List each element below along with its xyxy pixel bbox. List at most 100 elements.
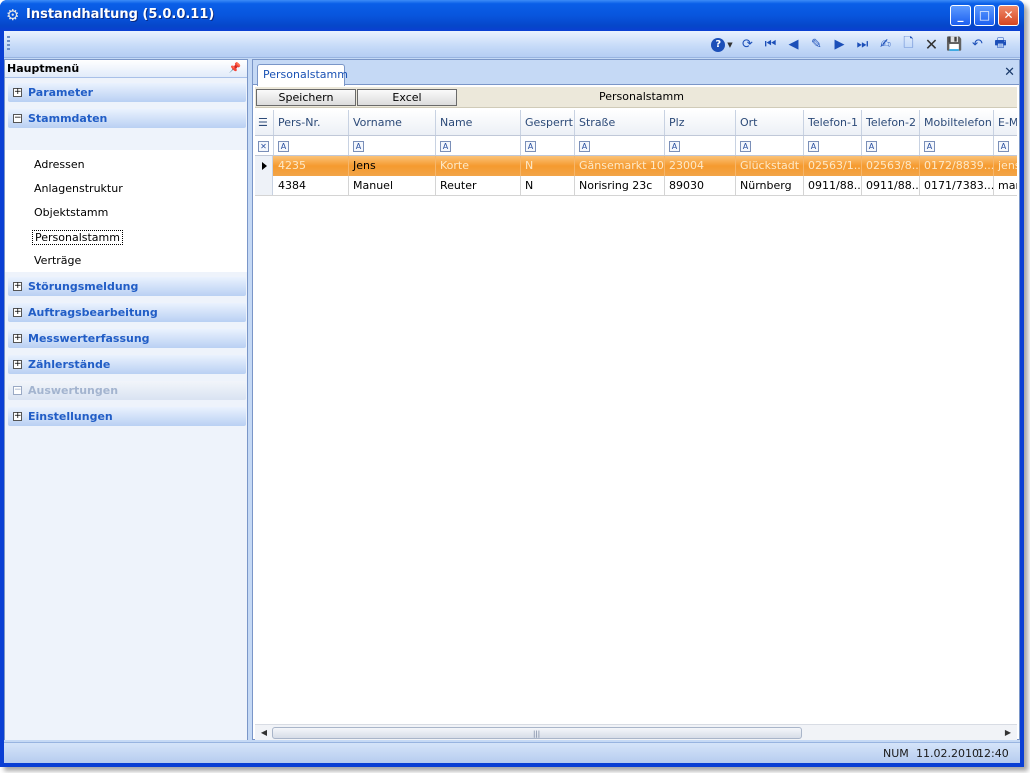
save-icon[interactable]: 💾 xyxy=(943,35,966,54)
horizontal-scrollbar[interactable]: ◀ ||| ▶ xyxy=(255,724,1017,740)
new-document-icon[interactable]: 🗋 xyxy=(897,35,920,54)
print-icon[interactable]: 🖶 xyxy=(989,35,1012,54)
table-cell[interactable]: 0172/8839... xyxy=(920,156,994,176)
undo-icon[interactable]: ↶ xyxy=(966,35,989,54)
table-cell[interactable]: Glückstadt xyxy=(736,156,804,176)
close-button[interactable]: ✕ xyxy=(998,5,1019,26)
table-cell[interactable]: 4384 xyxy=(274,176,349,195)
filter-icon: A xyxy=(525,141,536,152)
table-cell[interactable]: Manuel xyxy=(349,176,436,195)
menu-group-stammdaten[interactable]: − Stammdaten xyxy=(8,109,246,128)
row-selector[interactable] xyxy=(255,156,273,176)
table-cell[interactable]: Nürnberg xyxy=(736,176,804,195)
stammdaten-subitems: Adressen Anlagenstruktur Objektstamm Per… xyxy=(5,150,247,272)
filter-cell[interactable]: A xyxy=(804,136,862,155)
menu-group-einstellungen[interactable]: + Einstellungen xyxy=(8,407,246,426)
row-selector[interactable] xyxy=(255,176,273,195)
refresh-icon[interactable]: ⟳ xyxy=(736,35,759,54)
menu-group-parameter[interactable]: + Parameter xyxy=(8,83,246,102)
table-cell[interactable]: Korte xyxy=(436,156,521,176)
column-header[interactable]: Name xyxy=(436,110,521,135)
title-bar[interactable]: ⚙ Instandhaltung (5.0.0.11) _ □ ✕ xyxy=(0,0,1024,31)
previous-record-icon[interactable]: ◀ xyxy=(782,35,805,54)
scrollbar-thumb[interactable]: ||| xyxy=(272,727,802,739)
table-cell[interactable]: 0911/88... xyxy=(862,176,920,195)
filter-cell[interactable]: A xyxy=(665,136,736,155)
main-menu-panel: Hauptmenü 📌 Adressen Anlagenstruktur Obj… xyxy=(4,59,248,740)
column-header[interactable]: Pers-Nr. xyxy=(274,110,349,135)
menu-item-anlagenstruktur[interactable]: Anlagenstruktur xyxy=(32,182,125,197)
scroll-left-icon[interactable]: ◀ xyxy=(257,726,271,740)
tab-personalstamm[interactable]: Personalstamm xyxy=(257,64,348,86)
next-record-icon[interactable]: ▶ xyxy=(828,35,851,54)
action-bar: Speichern Excel Personalstamm xyxy=(255,87,1017,108)
filter-cell[interactable]: A xyxy=(349,136,436,155)
toolbar-grip[interactable] xyxy=(7,36,10,52)
save-button[interactable]: Speichern xyxy=(256,89,356,106)
filter-icon: A xyxy=(669,141,680,152)
menu-group-zaehlerstaende[interactable]: + Zählerstände xyxy=(8,355,246,374)
table-cell[interactable]: 0171/7383... xyxy=(920,176,994,195)
menu-item-adressen[interactable]: Adressen xyxy=(32,158,87,173)
minimize-button[interactable]: _ xyxy=(950,5,971,26)
edit-record-icon[interactable]: ✎ xyxy=(805,35,828,54)
filter-cell[interactable]: A xyxy=(274,136,349,155)
edit-icon[interactable]: ✍ xyxy=(874,35,897,54)
scroll-right-icon[interactable]: ▶ xyxy=(1001,726,1015,740)
filter-cell[interactable]: A xyxy=(920,136,994,155)
filter-cell[interactable]: A xyxy=(736,136,804,155)
table-cell[interactable]: 89030 xyxy=(665,176,736,195)
table-cell[interactable]: jens xyxy=(994,156,1017,176)
column-header[interactable]: Plz xyxy=(665,110,736,135)
menu-item-vertraege[interactable]: Verträge xyxy=(32,254,83,269)
expand-icon: + xyxy=(13,87,22,97)
filter-cell[interactable]: A xyxy=(862,136,920,155)
table-cell[interactable]: 23004 xyxy=(665,156,736,176)
close-tab-icon[interactable]: ✕ xyxy=(1004,65,1015,80)
column-header[interactable]: Telefon-2 xyxy=(862,110,920,135)
table-cell[interactable]: Jens xyxy=(349,156,436,176)
table-cell[interactable]: N xyxy=(521,156,575,176)
column-header[interactable]: Straße xyxy=(575,110,665,135)
filter-cell[interactable]: A xyxy=(994,136,1017,155)
column-header[interactable]: Mobiltelefon xyxy=(920,110,994,135)
menu-item-personalstamm[interactable]: Personalstamm xyxy=(32,230,123,245)
num-lock-indicator: NUM xyxy=(883,747,909,760)
table-cell[interactable]: N xyxy=(521,176,575,195)
column-header[interactable]: Ort xyxy=(736,110,804,135)
filter-cell[interactable]: A xyxy=(436,136,521,155)
table-cell[interactable]: Gänsemarkt 10 xyxy=(575,156,665,176)
table-row-selected[interactable]: 4235 Jens Korte N Gänsemarkt 10 23004 Gl… xyxy=(255,156,1017,176)
clear-filter-icon[interactable]: ✕ xyxy=(255,136,274,155)
first-record-icon[interactable]: ⏮ xyxy=(759,35,782,54)
table-cell[interactable]: 02563/1... xyxy=(804,156,862,176)
help-icon[interactable]: ? ▼ xyxy=(708,35,736,54)
table-cell[interactable]: 02563/8... xyxy=(862,156,920,176)
client-area: ?▼ ⟳ ⏮ ◀ ✎ ▶ ⏭ ✍ 🗋 ✕ 💾 ↶ 🖶 Hauptmenü 📌 xyxy=(4,31,1020,763)
column-header[interactable]: E-Ma xyxy=(994,110,1017,135)
excel-button[interactable]: Excel xyxy=(357,89,457,106)
filter-cell[interactable]: A xyxy=(575,136,665,155)
last-record-icon[interactable]: ⏭ xyxy=(851,35,874,54)
menu-group-messwerterfassung[interactable]: + Messwerterfassung xyxy=(8,329,246,348)
table-cell[interactable]: 0911/88... xyxy=(804,176,862,195)
menu-group-stoerungsmeldung[interactable]: + Störungsmeldung xyxy=(8,277,246,296)
delete-icon[interactable]: ✕ xyxy=(920,35,943,54)
column-header[interactable]: Telefon-1 xyxy=(804,110,862,135)
column-chooser-icon[interactable]: ☰ xyxy=(255,110,274,135)
table-cell[interactable]: 4235 xyxy=(274,156,349,176)
application-window: ⚙ Instandhaltung (5.0.0.11) _ □ ✕ ? ▼ ⟳ ⏮… xyxy=(0,0,1024,767)
filter-cell[interactable]: A xyxy=(521,136,575,155)
menu-group-auftragsbearbeitung[interactable]: + Auftragsbearbeitung xyxy=(8,303,246,322)
column-header[interactable]: Vorname xyxy=(349,110,436,135)
pin-icon[interactable]: 📌 xyxy=(229,60,241,77)
grid-header-row: ☰ Pers-Nr. Vorname Name Gesperrt Straße … xyxy=(255,110,1017,136)
maximize-button[interactable]: □ xyxy=(974,5,995,26)
table-cell[interactable]: man xyxy=(994,176,1017,195)
table-cell[interactable]: Norisring 23c xyxy=(575,176,665,195)
menu-item-objektstamm[interactable]: Objektstamm xyxy=(32,206,110,221)
table-row[interactable]: 4384 Manuel Reuter N Norisring 23c 89030… xyxy=(255,176,1017,196)
tab-strip: Personalstamm ✕ xyxy=(253,60,1019,86)
table-cell[interactable]: Reuter xyxy=(436,176,521,195)
column-header[interactable]: Gesperrt xyxy=(521,110,575,135)
